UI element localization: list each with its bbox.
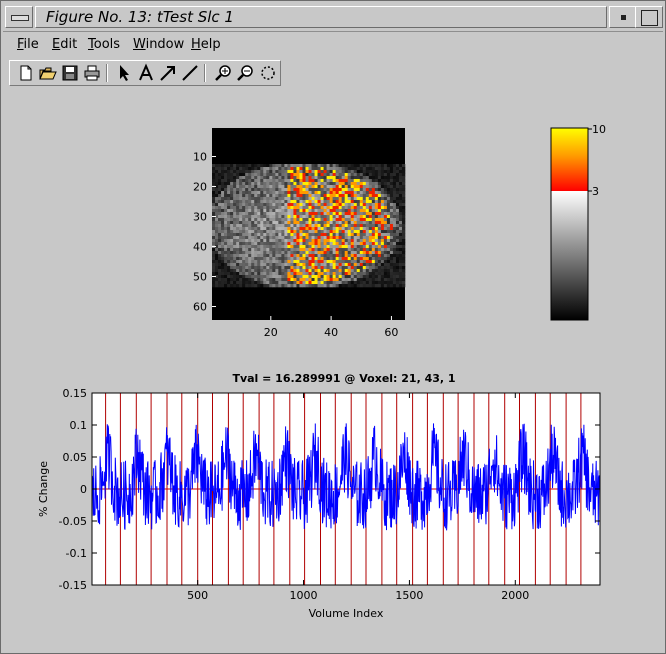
print-icon[interactable] [82, 63, 102, 83]
figure-window: Figure No. 13: tTest Slc 1 File Edit Too… [0, 0, 666, 654]
insert-text-icon[interactable] [136, 63, 156, 83]
menu-file[interactable]: File [17, 37, 39, 52]
brain-ytick-label: 50 [193, 271, 207, 284]
zoom-out-icon[interactable] [236, 63, 256, 83]
menu-help[interactable]: Help [191, 37, 221, 52]
timeseries-plot[interactable] [91, 392, 601, 586]
brain-ytick-label: 10 [193, 151, 207, 164]
rotate-3d-icon[interactable] [258, 63, 278, 83]
brain-ytick-label: 20 [193, 181, 207, 194]
menu-window[interactable]: Window [133, 37, 184, 52]
zoom-in-icon[interactable] [214, 63, 234, 83]
brain-xtick-label: 40 [324, 326, 338, 339]
new-figure-icon[interactable] [16, 63, 36, 83]
brain-ytick-label: 40 [193, 241, 207, 254]
xtick-label: 500 [187, 589, 208, 602]
plot-title: Tval = 16.289991 @ Voxel: 21, 43, 1 [232, 372, 455, 385]
figure-svg: 10203040506020 40 60 10 3 Tval = 16.2899… [37, 123, 606, 620]
ytick-label: 0.1 [70, 419, 88, 432]
brain-image[interactable] [212, 128, 406, 320]
ytick-label: 0.05 [63, 451, 88, 464]
colorbar-threshold-label: 3 [592, 185, 599, 198]
xtick-label: 1000 [290, 589, 318, 602]
insert-line-icon[interactable] [180, 63, 200, 83]
colorbar-hot-segment [551, 128, 588, 191]
colorbar-gray-segment [551, 191, 588, 320]
window-menu-icon[interactable] [5, 6, 33, 28]
insert-arrow-icon[interactable] [158, 63, 178, 83]
y-axis-label: % Change [37, 461, 50, 517]
menu-tools[interactable]: Tools [88, 37, 120, 52]
toolbar [9, 60, 281, 86]
colorbar: 10 3 [550, 123, 606, 321]
ytick-label: 0 [80, 483, 87, 496]
ytick-label: -0.1 [66, 547, 87, 560]
menu-edit[interactable]: Edit [52, 37, 77, 52]
xtick-label: 2000 [501, 589, 529, 602]
save-icon[interactable] [60, 63, 80, 83]
ytick-label: 0.15 [63, 387, 88, 400]
brain-ytick-label: 30 [193, 211, 207, 224]
minimize-icon[interactable] [609, 6, 637, 28]
brain-ytick-label: 60 [193, 301, 207, 314]
figure-canvas: 10 20 30 40 50 60 20 40 60 10 3 Tval = 1… [10, 88, 655, 644]
ytick-label: -0.05 [59, 515, 87, 528]
brain-xtick-label: 20 [264, 326, 278, 339]
xtick-label: 1500 [395, 589, 423, 602]
maximize-icon[interactable] [635, 6, 663, 28]
window-title: Figure No. 13: tTest Slc 1 [35, 6, 607, 28]
ytick-label: -0.15 [59, 579, 87, 592]
x-axis-label: Volume Index [309, 607, 384, 620]
colorbar-max-label: 10 [592, 123, 606, 136]
brain-xtick-label: 60 [384, 326, 398, 339]
title-bar: Figure No. 13: tTest Slc 1 [3, 3, 663, 32]
open-file-icon[interactable] [38, 63, 58, 83]
select-arrow-icon[interactable] [115, 63, 135, 83]
